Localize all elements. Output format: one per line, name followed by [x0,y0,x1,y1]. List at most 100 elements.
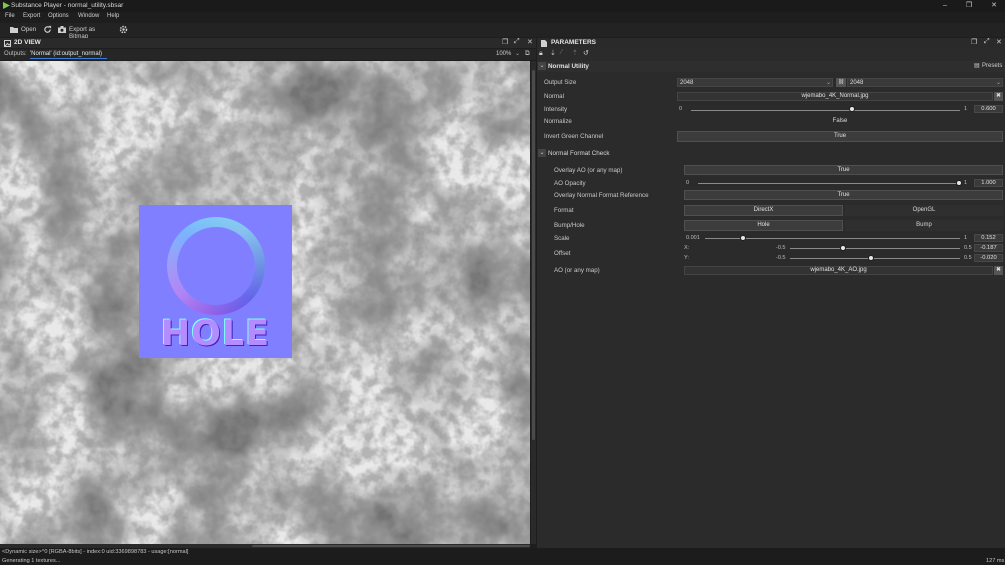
scale-value-input[interactable]: 0.152 [974,234,1003,242]
offset-x-slider-track[interactable] [790,248,960,249]
reset-icon[interactable]: ↺ [583,49,589,57]
ao-opacity-slider-track[interactable] [698,183,960,184]
offset-y-value-input[interactable]: -0.020 [974,254,1003,262]
menu-export[interactable]: Export [23,13,40,19]
ao-opacity-slider-handle[interactable] [956,180,962,186]
overlay-ref-toggle[interactable]: True [684,190,1003,200]
format-option-directx[interactable]: DirectX [684,205,843,216]
zoom-chevron-down-icon[interactable]: ⌄ [515,50,520,57]
normal-format-reference-overlay: HOLE [139,205,292,358]
output-size-height-select[interactable]: 2048 ⌄ [847,78,1003,87]
texture-preview-canvas[interactable]: HOLE [0,61,530,544]
menu-bar [0,12,1005,23]
ao-map-label: AO (or any map) [554,267,600,274]
ao-map-image-input[interactable]: wjemabo_4K_AO.jpg [684,266,993,275]
outputs-bar: Outputs: 'Normal' (id:output_normal) 100… [0,49,536,60]
menu-window[interactable]: Window [78,13,99,19]
offset-y-slider-handle[interactable] [868,255,874,261]
open-button[interactable]: Open [10,26,38,34]
offset-x-value-input[interactable]: -0.187 [974,244,1003,252]
image-picker-icon[interactable]: ✖ [994,266,1003,275]
bump-hole-option-bump[interactable]: Bump [845,220,1003,231]
status-info: <Dynamic size>^0 [RGBA-8bits] - index:0 … [2,549,189,555]
offset-x-slider-handle[interactable] [840,245,846,251]
save-preset-icon[interactable]: ⇣ [550,49,556,57]
refresh-icon[interactable] [43,25,52,34]
camera-icon [58,26,66,33]
scale-label: Scale [554,235,570,242]
collapse-chevron-icon[interactable]: ⌄ [538,149,546,157]
link-size-icon[interactable]: ⛓ [836,78,846,87]
ao-opacity-min: 0 [686,180,690,186]
outputs-active-underline [30,58,107,59]
menu-options[interactable]: Options [48,13,69,19]
maximize-panel-icon[interactable]: ⤢ [514,38,520,46]
export-bitmap-button[interactable]: Export as Bitmap [58,26,116,40]
offset-label: Offset [554,250,571,257]
params-close-icon[interactable]: ✕ [996,38,1002,46]
format-option-opengl[interactable]: OpenGL [845,205,1003,216]
presets-button[interactable]: Presets [982,63,1002,69]
reference-hole-text: HOLE [160,314,271,354]
fit-view-icon[interactable]: ⧉ [525,50,530,58]
intensity-label: Intensity [544,106,568,113]
ao-opacity-label: AO Opacity [554,180,586,187]
substance-player-icon [3,2,10,9]
group-normal-format-check[interactable]: ⌄ Normal Format Check [537,148,1005,159]
zoom-select[interactable]: 100% [496,51,511,57]
close-button[interactable]: ✕ [983,0,1005,12]
normal-image-input[interactable]: wjemabo_4K_Normal.jpg [677,92,993,101]
scale-slider-handle[interactable] [740,235,746,241]
overlay-ao-toggle[interactable]: True [684,165,1003,175]
output-size-width-select[interactable]: 2048 ⌄ [677,78,833,87]
step-icon[interactable]: ⇡ [572,49,578,57]
outputs-select[interactable]: 'Normal' (id:output_normal) [30,51,102,57]
collapse-chevron-icon[interactable]: ⌄ [538,62,546,70]
ao-opacity-value-input[interactable]: 1.000 [974,179,1003,187]
intensity-slider-track[interactable] [691,110,960,111]
intensity-value-input[interactable]: 0.600 [974,105,1003,113]
normalize-label: Normalize [544,118,572,125]
group-normal-utility[interactable]: ⌄ Normal Utility ▤ Presets [537,61,1005,72]
undock-icon[interactable]: ❐ [502,38,508,46]
offset-x-max: 0.5 [964,245,972,251]
status-progress: Generating 1 textures... [2,558,61,564]
chevron-down-icon: ⌄ [826,80,832,86]
group-title: Normal Utility [548,63,589,70]
offset-y-slider-track[interactable] [790,258,960,259]
parameters-header: PARAMETERS ❐ ⤢ ✕ [537,38,1005,48]
output-size-width-value: 2048 [680,80,694,86]
image-picker-icon[interactable]: ✖ [994,92,1003,101]
offset-x-min: -0.5 [776,245,786,251]
close-panel-icon[interactable]: ✕ [527,38,533,46]
params-undock-icon[interactable]: ❐ [971,38,977,46]
menu-file[interactable]: File [5,13,15,19]
menu-help[interactable]: Help [107,13,119,19]
output-size-height-value: 2048 [850,80,864,86]
scale-max: 1 [964,235,968,241]
window-title: Substance Player - normal_utility.sbsar [11,2,124,9]
settings-gear-icon[interactable] [118,24,129,35]
minimize-button[interactable]: – [934,0,956,12]
overlay-ref-label: Overlay Normal Format Reference [554,192,649,199]
normalize-toggle[interactable]: False [677,117,1003,126]
output-size-label: Output Size [544,79,577,86]
parameters-panel [537,38,1005,557]
open-label: Open [21,26,37,33]
maximize-button[interactable]: ❐ [958,0,980,12]
lock-icon[interactable]: 🔒︎ [539,50,543,58]
vertical-scroll-thumb[interactable] [532,70,535,440]
view-header: 2D VIEW ❐ ⤢ ✕ [0,38,536,48]
presets-file-icon[interactable]: ▤ [974,62,980,69]
parameters-toolbar: 🔒︎ ⇣ ⁄ ⇡ ↺ [537,49,1005,60]
status-timing: 127 ms [986,558,1005,564]
folder-icon [10,27,18,33]
params-maximize-icon[interactable]: ⤢ [984,38,990,46]
separator-icon: ⁄ [561,49,563,56]
bump-hole-option-hole[interactable]: Hole [684,220,843,231]
invert-green-toggle[interactable]: True [677,131,1003,142]
offset-y-max: 0.5 [964,255,972,261]
chevron-down-icon: ⌄ [996,80,1002,86]
horizontal-scroll-thumb[interactable] [252,545,530,547]
view-2d-icon [4,40,11,47]
